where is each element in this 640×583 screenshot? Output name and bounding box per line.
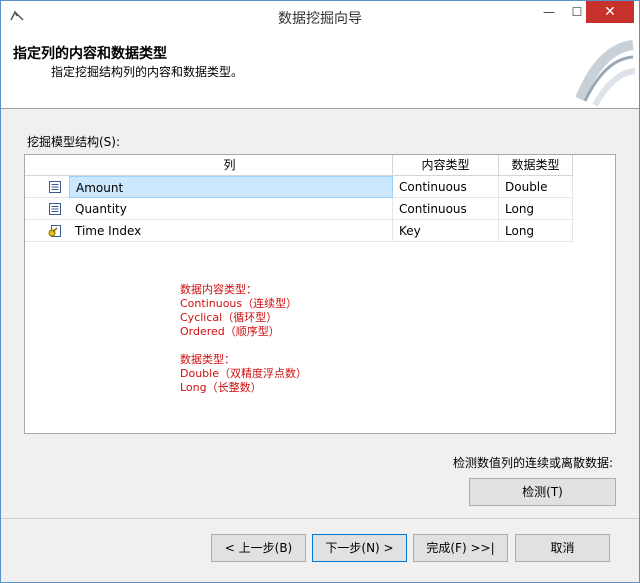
cancel-button[interactable]: 取消 [515, 534, 610, 562]
content-type-note: Continuous（连续型） [180, 297, 298, 310]
content-type-note-title: 数据内容类型： [180, 283, 257, 296]
header-data-type[interactable]: 数据类型 [499, 155, 573, 176]
grid-header: 列 内容类型 数据类型 [25, 155, 573, 176]
close-button[interactable]: ✕ [586, 1, 634, 23]
cell-content-type[interactable]: Key [393, 220, 499, 242]
structure-grid: 列 内容类型 数据类型 Amount Continuous Double Qua… [24, 154, 616, 434]
detect-button[interactable]: 检测(T) [469, 478, 616, 506]
note-spacer [180, 339, 307, 353]
cell-content-type[interactable]: Continuous [393, 198, 499, 220]
cell-data-type[interactable]: Double [499, 176, 573, 198]
wizard-banner-icon [575, 40, 635, 107]
page-subtitle: 指定挖掘结构列的内容和数据类型。 [51, 65, 244, 79]
cell-column[interactable]: Amount [69, 176, 393, 198]
footer-divider [1, 518, 639, 519]
back-button[interactable]: < 上一步(B) [211, 534, 306, 562]
data-type-note-title: 数据类型： [180, 353, 235, 366]
table-row[interactable]: Time Index Key Long [25, 220, 573, 242]
title-bar: 数据挖掘向导 — ☐ ✕ [1, 1, 639, 31]
type-notes: 数据内容类型： Continuous（连续型） Cyclical（循环型） Or… [180, 283, 307, 395]
column-icon [45, 176, 67, 198]
header-content-type[interactable]: 内容类型 [393, 155, 499, 176]
column-icon [45, 198, 67, 220]
data-type-note: Long（长整数） [180, 381, 262, 394]
table-row[interactable]: Quantity Continuous Long [25, 198, 573, 220]
detect-label: 检测数值列的连续或离散数据: [452, 456, 613, 470]
key-icon [45, 220, 67, 242]
table-row[interactable]: Amount Continuous Double [25, 176, 573, 198]
cell-content-type[interactable]: Continuous [393, 176, 499, 198]
cell-data-type[interactable]: Long [499, 198, 573, 220]
page-title: 指定列的内容和数据类型 [13, 46, 167, 62]
header-column[interactable]: 列 [67, 155, 393, 176]
content-type-note: Ordered（顺序型） [180, 325, 280, 338]
structure-label: 挖掘模型结构(S): [27, 135, 121, 149]
content-type-note: Cyclical（循环型） [180, 311, 278, 324]
minimize-button[interactable]: — [534, 1, 564, 23]
finish-button[interactable]: 完成(F) >>| [413, 534, 508, 562]
wizard-window: 数据挖掘向导 — ☐ ✕ 指定列的内容和数据类型 指定挖掘结构列的内容和数据类型… [0, 0, 640, 583]
data-type-note: Double（双精度浮点数） [180, 367, 307, 380]
next-button[interactable]: 下一步(N) > [312, 534, 407, 562]
cell-data-type[interactable]: Long [499, 220, 573, 242]
cell-column[interactable]: Time Index [69, 220, 393, 242]
cell-column[interactable]: Quantity [69, 198, 393, 220]
wizard-header: 指定列的内容和数据类型 指定挖掘结构列的内容和数据类型。 [1, 31, 639, 109]
